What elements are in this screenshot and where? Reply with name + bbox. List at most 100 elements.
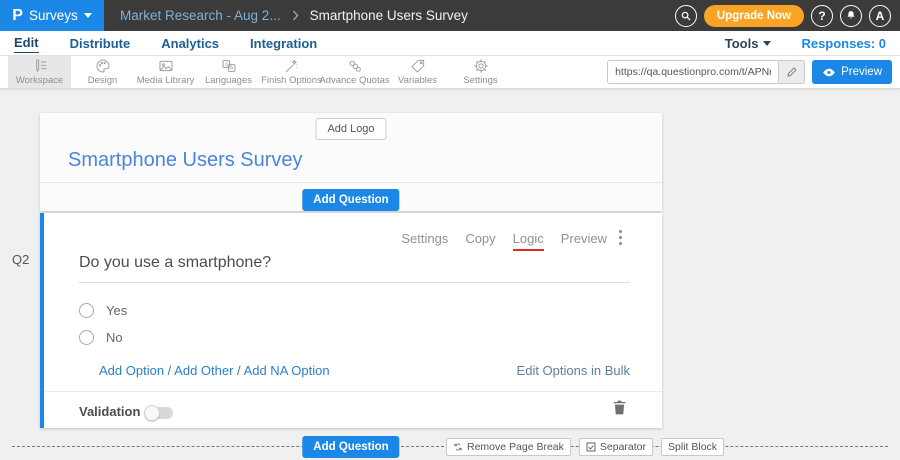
tool-media-library[interactable]: Media Library xyxy=(134,56,197,88)
breadcrumb: Market Research - Aug 2... Smartphone Us… xyxy=(120,8,468,23)
avatar-initial: A xyxy=(876,9,885,23)
remove-page-break-button[interactable]: Remove Page Break xyxy=(446,438,571,456)
question-tab-copy[interactable]: Copy xyxy=(465,231,495,251)
section-nav: Edit Distribute Analytics Integration To… xyxy=(0,31,900,56)
survey-title[interactable]: Smartphone Users Survey xyxy=(68,149,303,172)
eye-icon xyxy=(822,67,836,78)
sync-icon xyxy=(453,442,463,452)
add-logo-button[interactable]: Add Logo xyxy=(315,118,386,140)
answer-option-no[interactable]: No xyxy=(79,330,123,345)
link-separator: / xyxy=(233,363,243,378)
surveys-menu[interactable]: P Surveys xyxy=(0,0,104,31)
divider xyxy=(40,182,662,183)
validation-label: Validation xyxy=(79,404,140,419)
help-button[interactable]: ? xyxy=(811,5,833,27)
workspace-toolbar: Workspace Design Media Library aA Langua… xyxy=(0,56,900,89)
nav-right: Tools Responses: 0 xyxy=(725,36,886,51)
separator-button[interactable]: Separator xyxy=(579,438,653,456)
bell-icon xyxy=(845,9,857,22)
add-question-button-top[interactable]: Add Question xyxy=(302,189,399,211)
tools-menu[interactable]: Tools xyxy=(725,36,772,51)
preview-button[interactable]: Preview xyxy=(812,60,892,84)
separator-label: Separator xyxy=(600,441,646,453)
tab-analytics[interactable]: Analytics xyxy=(161,34,219,53)
question-number: Q2 xyxy=(12,252,29,267)
breadcrumb-current: Smartphone Users Survey xyxy=(310,8,468,23)
upgrade-label: Upgrade Now xyxy=(717,10,791,22)
page-break-controls: Remove Page Break Separator Split Block xyxy=(446,438,724,456)
tool-workspace[interactable]: Workspace xyxy=(8,56,71,88)
breadcrumb-folder[interactable]: Market Research - Aug 2... xyxy=(120,8,281,23)
topbar: P Surveys Market Research - Aug 2... Sma… xyxy=(0,0,900,31)
divider xyxy=(44,391,662,392)
notifications-button[interactable] xyxy=(840,5,862,27)
caret-down-icon xyxy=(763,41,771,46)
app-window: P Surveys Market Research - Aug 2... Sma… xyxy=(0,0,900,460)
tool-advance-quotas[interactable]: Advance Quotas xyxy=(323,56,386,88)
add-question-button-bottom[interactable]: Add Question xyxy=(302,436,399,458)
add-option-link[interactable]: Add Option xyxy=(99,363,164,378)
tools-label: Tools xyxy=(725,36,759,51)
tag-icon xyxy=(410,58,426,74)
questionpro-logo: P xyxy=(12,8,23,24)
tab-distribute[interactable]: Distribute xyxy=(70,34,131,53)
split-block-label: Split Block xyxy=(668,441,717,453)
svg-text:A: A xyxy=(229,66,233,72)
split-block-button[interactable]: Split Block xyxy=(661,438,724,456)
topbar-actions: Upgrade Now ? A xyxy=(675,5,900,27)
search-icon xyxy=(680,10,692,22)
survey-url-box xyxy=(607,60,805,84)
question-text[interactable]: Do you use a smartphone? xyxy=(79,254,630,283)
tool-languages[interactable]: aA Languages xyxy=(197,56,260,88)
tool-settings[interactable]: Settings xyxy=(449,56,512,88)
tool-finish-options[interactable]: Finish Options xyxy=(260,56,323,88)
tab-integration[interactable]: Integration xyxy=(250,34,317,53)
option-label[interactable]: Yes xyxy=(106,303,127,318)
question-tab-preview[interactable]: Preview xyxy=(561,231,607,251)
gear-icon xyxy=(473,58,489,74)
wand-icon xyxy=(284,58,300,74)
delete-question-button[interactable] xyxy=(613,400,626,420)
palette-icon xyxy=(95,58,111,74)
option-links: Add Option / Add Other / Add NA Option xyxy=(99,363,330,378)
pencil-icon xyxy=(786,66,798,78)
edit-options-in-bulk-link[interactable]: Edit Options in Bulk xyxy=(517,363,630,378)
remove-page-break-label: Remove Page Break xyxy=(467,441,564,453)
search-button[interactable] xyxy=(675,5,697,27)
help-icon: ? xyxy=(818,9,825,23)
tool-variables[interactable]: Variables xyxy=(386,56,449,88)
question-card: Settings Copy Logic Preview Do you use a… xyxy=(40,213,662,428)
toolbar-right: Preview xyxy=(607,56,900,88)
caret-down-icon xyxy=(84,13,92,18)
translate-icon: aA xyxy=(221,58,237,74)
radio-icon[interactable] xyxy=(79,303,94,318)
avatar-button[interactable]: A xyxy=(869,5,891,27)
question-more-menu[interactable] xyxy=(616,230,624,245)
chevron-right-icon xyxy=(292,10,299,21)
svg-text:a: a xyxy=(224,62,227,68)
upgrade-button[interactable]: Upgrade Now xyxy=(704,5,804,27)
trash-icon xyxy=(613,400,626,415)
tool-design[interactable]: Design xyxy=(71,56,134,88)
survey-url-input[interactable] xyxy=(608,61,778,83)
survey-header-card: Add Logo Smartphone Users Survey Add Que… xyxy=(40,113,662,211)
preview-label: Preview xyxy=(841,66,882,78)
checkbox-checked-icon xyxy=(586,442,596,452)
workspace-icon xyxy=(32,58,48,74)
question-tabs: Settings Copy Logic Preview xyxy=(401,231,607,251)
responses-count[interactable]: Responses: 0 xyxy=(801,36,886,51)
tab-edit[interactable]: Edit xyxy=(14,33,39,53)
radio-icon[interactable] xyxy=(79,330,94,345)
edit-url-button[interactable] xyxy=(778,60,804,84)
question-tab-logic[interactable]: Logic xyxy=(513,231,544,251)
answer-option-yes[interactable]: Yes xyxy=(79,303,127,318)
validation-toggle[interactable] xyxy=(146,407,173,419)
link-separator: / xyxy=(164,363,174,378)
question-tab-settings[interactable]: Settings xyxy=(401,231,448,251)
add-na-option-link[interactable]: Add NA Option xyxy=(244,363,330,378)
option-label[interactable]: No xyxy=(106,330,123,345)
surveys-menu-label: Surveys xyxy=(29,8,78,23)
chain-rings-icon xyxy=(347,58,363,74)
image-icon xyxy=(158,58,174,74)
add-other-link[interactable]: Add Other xyxy=(174,363,233,378)
